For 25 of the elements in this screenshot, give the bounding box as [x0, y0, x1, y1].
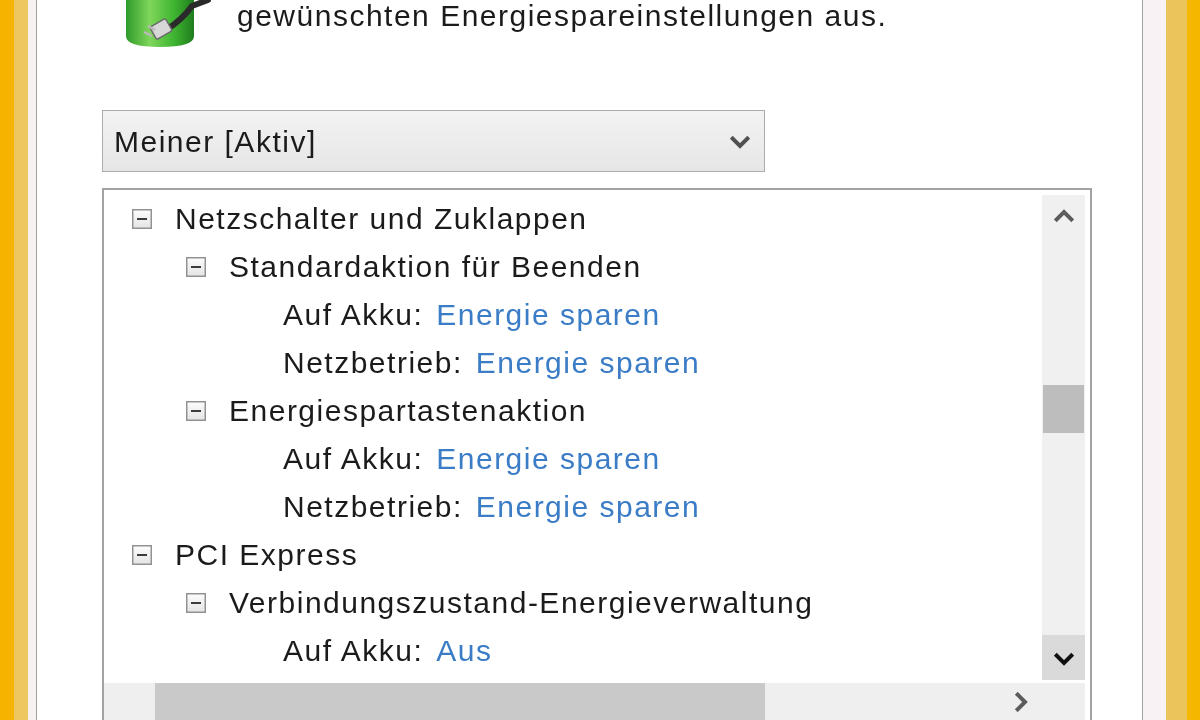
tree-node-label[interactable]: Energiespartastenaktion — [229, 393, 588, 429]
tree-node-label[interactable]: Verbindungszustand-Energieverwaltung — [229, 585, 814, 621]
collapse-icon[interactable] — [186, 593, 206, 613]
plan-dropdown[interactable]: Meiner [Aktiv] — [102, 110, 765, 172]
setting-value-link[interactable]: Energie sparen — [436, 441, 661, 477]
setting-value-link[interactable]: Aus — [436, 633, 493, 669]
tree-node-label[interactable]: Standardaktion für Beenden — [229, 249, 642, 285]
setting-label: Netzbetrieb: — [283, 345, 463, 381]
setting-label: Netzbetrieb: — [283, 489, 463, 525]
tree-node-label[interactable]: PCI Express — [175, 537, 359, 573]
setting-label: Auf Akku: — [283, 297, 424, 333]
collapse-icon[interactable] — [186, 257, 206, 277]
setting-value-link[interactable]: Energie sparen — [436, 297, 661, 333]
setting-label: Auf Akku: — [283, 633, 424, 669]
setting-value-link[interactable]: Energie sparen — [475, 489, 701, 525]
scrollbar-thumb[interactable] — [155, 683, 765, 720]
tree-node-label[interactable]: Netzschalter und Zuklappen — [175, 201, 588, 237]
collapse-icon[interactable] — [186, 401, 206, 421]
setting-label: Auf Akku: — [283, 441, 424, 477]
collapse-icon[interactable] — [132, 545, 152, 565]
collapse-icon[interactable] — [132, 209, 152, 229]
description-text: gewünschten Energiespareinstellungen aus. — [237, 0, 888, 32]
setting-value-link[interactable]: Energie sparen — [475, 345, 701, 381]
scroll-down-button[interactable] — [1042, 635, 1085, 680]
scrollbar-thumb[interactable] — [1043, 385, 1084, 433]
